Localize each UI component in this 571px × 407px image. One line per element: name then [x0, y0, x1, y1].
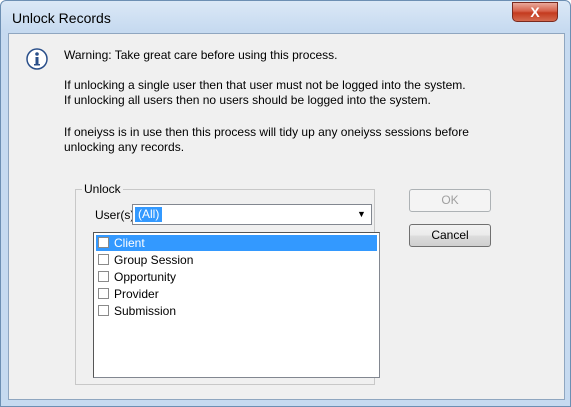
- unlock-group-legend: Unlock: [82, 182, 123, 196]
- list-item-label: Submission: [114, 304, 177, 318]
- close-icon: X: [530, 4, 540, 20]
- list-item[interactable]: Opportunity: [96, 269, 377, 285]
- chevron-down-icon[interactable]: ▼: [353, 206, 370, 223]
- close-button[interactable]: X: [512, 2, 558, 22]
- warning-text: Warning: Take great care before using th…: [64, 48, 338, 62]
- checkbox[interactable]: [98, 288, 109, 299]
- list-item-label: Opportunity: [114, 270, 177, 284]
- oneiyss-text-line2: unlocking any records.: [64, 140, 185, 154]
- checkbox[interactable]: [98, 271, 109, 282]
- window-title: Unlock Records: [12, 10, 111, 26]
- users-select-value: (All): [135, 207, 163, 222]
- list-item-label: Group Session: [114, 253, 194, 267]
- list-item-label: Client: [114, 236, 145, 250]
- checkbox[interactable]: [98, 305, 109, 316]
- list-item[interactable]: Client: [96, 235, 377, 251]
- single-user-text: If unlocking a single user then that use…: [64, 78, 466, 92]
- ok-button[interactable]: OK: [409, 189, 491, 212]
- users-select[interactable]: (All) ▼: [132, 204, 372, 225]
- checkbox[interactable]: [98, 254, 109, 265]
- checkbox[interactable]: [98, 237, 109, 248]
- cancel-button[interactable]: Cancel: [409, 224, 491, 247]
- oneiyss-text-line1: If oneiyss is in use then this process w…: [64, 125, 469, 139]
- list-item[interactable]: Submission: [96, 303, 377, 319]
- title-bar[interactable]: Unlock Records X: [1, 1, 570, 33]
- all-users-text: If unlocking all users then no users sho…: [64, 93, 431, 107]
- dialog-body: Warning: Take great care before using th…: [8, 33, 565, 400]
- list-item[interactable]: Provider: [96, 286, 377, 302]
- info-icon: [26, 48, 48, 70]
- list-item[interactable]: Group Session: [96, 252, 377, 268]
- list-item-label: Provider: [114, 287, 159, 301]
- unlock-records-dialog: Unlock Records X Warning: Take great car…: [0, 0, 571, 407]
- record-type-list[interactable]: Client Group Session Opportunity Provide…: [93, 232, 380, 378]
